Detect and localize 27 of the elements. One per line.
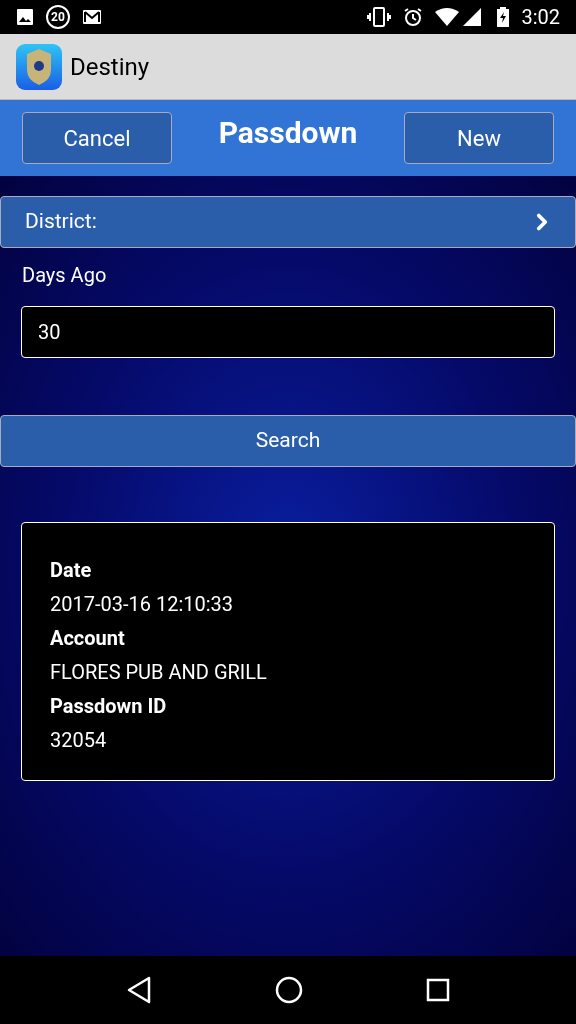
new-button[interactable]: New [404,112,554,164]
page-title: Passdown [218,113,358,152]
clock-time: 3:02 [521,4,560,31]
result-label: Account [50,625,126,652]
home-icon[interactable] [275,976,303,1004]
result-value: 2017-03-16 12:10:33 [50,591,235,618]
vibrate-icon [367,7,392,27]
field-label: Days Ago [22,262,108,289]
badge-icon [16,43,62,90]
signal-icon [463,8,482,26]
app-title: Destiny [70,51,150,83]
district-selector[interactable]: District: [0,196,576,248]
wifi-icon [435,8,460,26]
cancel-button[interactable]: Cancel [22,112,172,164]
mail-icon [82,9,102,25]
days-ago-field[interactable]: 30 [21,306,555,358]
recents-icon[interactable] [426,978,451,1002]
back-icon[interactable] [125,976,152,1004]
alarm-icon [403,7,424,27]
result-value: FLORES PUB AND GRILL [50,659,268,686]
result-value: 32054 [50,727,108,754]
result-label: Passdown ID [50,693,168,720]
battery-icon [497,7,510,27]
search-button[interactable]: Search [0,415,576,467]
notification-count: 20 [46,5,70,29]
image-icon [16,8,34,26]
result-label: Date [50,557,93,584]
